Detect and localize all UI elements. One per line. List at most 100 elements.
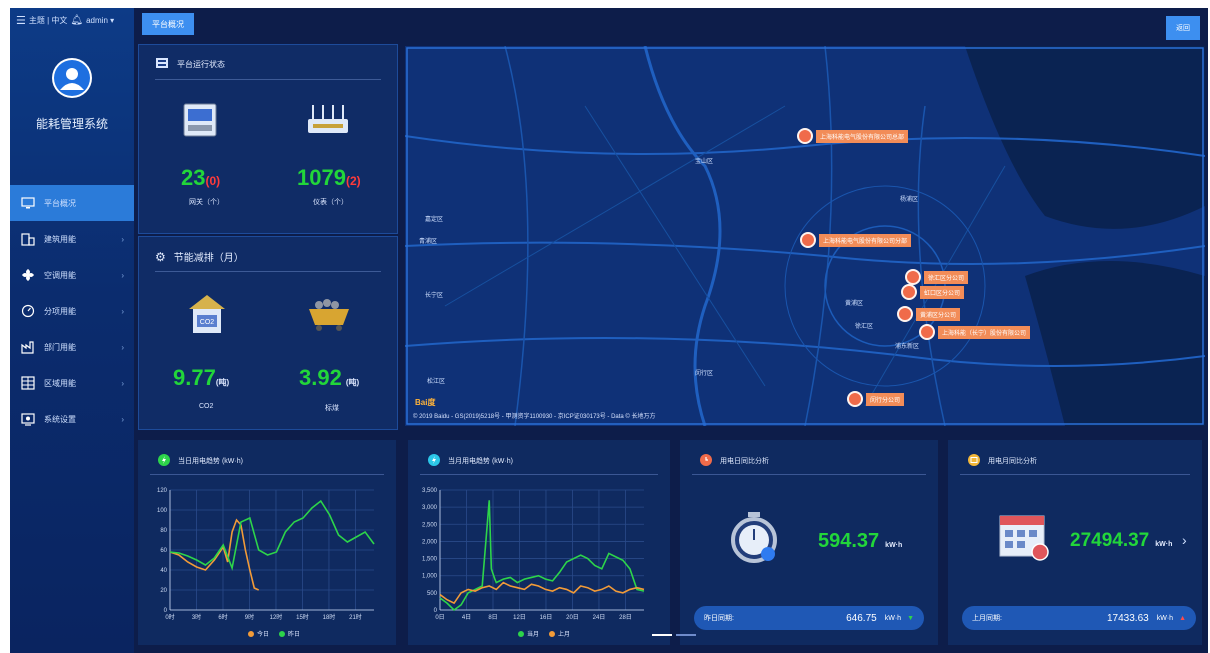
panel-title: 用电月同比分析 — [968, 454, 1037, 468]
chevron-right-icon: › — [121, 234, 124, 244]
location-pin-icon — [897, 306, 913, 322]
x-tick-label: 12日 — [513, 614, 526, 621]
sidebar-item-building[interactable]: 建筑用能 › — [10, 221, 134, 257]
x-tick-label: 21时 — [349, 613, 362, 621]
sidebar-item-department[interactable]: 部门用能 › — [10, 329, 134, 365]
sidebar-item-aircon[interactable]: 空调用能 › — [10, 257, 134, 293]
y-tick-label: 500 — [427, 591, 438, 597]
house-icon: CO2 — [187, 293, 227, 340]
x-tick-label: 18时 — [323, 613, 336, 621]
series-line-当月 — [439, 500, 645, 612]
map-pin[interactable]: 上海科能（长宁）股份有限公司 — [919, 324, 1031, 340]
arrow-down-icon: ▼ — [907, 614, 914, 622]
back-button[interactable]: 返回 — [1166, 16, 1200, 40]
coal-label: 标煤 — [325, 405, 339, 412]
x-tick-label: 0时 — [165, 613, 174, 621]
map-view[interactable]: 嘉定区 宝山区 杨浦区 青浦区 闵行区 松江区 浦东新区 黄浦区 长宁区 徐汇区… — [405, 46, 1205, 426]
district-label: 松江区 — [427, 379, 446, 385]
y-tick-label: 1,000 — [422, 574, 438, 580]
map-pin[interactable]: 黄浦区分公司 — [897, 306, 961, 322]
x-tick-label: 3时 — [192, 613, 201, 621]
chart-legend: 今日 昨日 — [248, 629, 300, 638]
sidebar-menu: 平台概况 建筑用能 › 空调用能 › 分项用能 › 部门用能 › 区域用能 › … — [10, 185, 134, 437]
legend-item[interactable]: 昨日 — [279, 629, 300, 638]
x-tick-label: 12时 — [270, 613, 283, 621]
factory-icon — [20, 339, 36, 355]
panel-title: 当日用电趋势 (kW·h) — [158, 454, 243, 468]
day-analysis-panel: 用电日同比分析 594.37 kW·h 昨日同期: 646.75 kW·h ▼ — [680, 440, 938, 645]
y-tick-label: 20 — [160, 588, 167, 594]
district-label: 闵行区 — [695, 371, 714, 377]
monitor-icon — [20, 195, 36, 211]
sidebar-item-label: 建筑用能 — [44, 234, 76, 244]
legend-item[interactable]: 上月 — [549, 629, 570, 638]
pagination-dot[interactable] — [652, 634, 672, 636]
user-info[interactable]: 主题 | 中文 — [29, 15, 68, 26]
location-pin-icon — [800, 232, 816, 248]
day-trend-panel: 当日用电趋势 (kW·h) 0 20 40 60 80 100 120 0时 3时 6时 9时 12时… — [138, 440, 396, 645]
tab-overview[interactable]: 平台概况 — [142, 13, 194, 35]
x-tick-label: 16日 — [540, 614, 553, 621]
baidu-logo: Bai度 — [415, 398, 436, 407]
district-label: 杨浦区 — [900, 197, 919, 203]
sidebar-item-label: 分项用能 — [44, 306, 76, 316]
next-arrow-icon[interactable]: › — [1182, 532, 1187, 548]
y-tick-label: 2,000 — [422, 539, 438, 545]
meter-label: 仪表（个） — [313, 199, 348, 206]
pagination-dots — [652, 634, 696, 636]
pagination-dot[interactable] — [676, 634, 696, 636]
map-pin[interactable]: 徐汇区分公司 — [905, 269, 969, 285]
energy-saving-panel: ⚙ 节能减排（月） CO2 9.77(吨) CO2 3.92 (吨) 标煤 — [138, 236, 398, 430]
chevron-right-icon: › — [121, 342, 124, 352]
gear-icon: ⚙ — [155, 249, 166, 264]
month-trend-panel: 当月用电趋势 (kW·h) 0 500 1,000 1,500 2,000 2,500 3,… — [408, 440, 670, 645]
legend-item[interactable]: 今日 — [248, 629, 269, 638]
map-pin[interactable]: 上海科能电气股份有限公司总部 — [797, 128, 909, 144]
panel-title: ⚙ 节能减排（月） — [155, 249, 381, 272]
x-tick-label: 15时 — [296, 613, 309, 621]
map-pin[interactable]: 上海科能电气股份有限公司分部 — [800, 232, 912, 248]
x-tick-label: 0日 — [435, 614, 444, 621]
district-label: 宝山区 — [695, 159, 714, 165]
legend-item[interactable]: 当月 — [518, 629, 539, 638]
calendar-dot-icon — [968, 454, 980, 468]
sidebar-item-overview[interactable]: 平台概况 — [10, 185, 134, 221]
co2-value: 9.77(吨) — [173, 365, 230, 390]
user-name[interactable]: admin ▾ — [86, 16, 114, 25]
menu-icon[interactable]: ☰ — [16, 14, 26, 27]
sidebar-item-settings[interactable]: 系统设置 › — [10, 401, 134, 437]
arrow-up-icon: ▲ — [1179, 614, 1186, 622]
sidebar: ☰ 主题 | 中文 🔔︎ admin ▾ 能耗管理系统 平台概况 建筑用能 › — [10, 8, 134, 653]
system-title: 能耗管理系统 — [35, 117, 108, 131]
sidebar-item-region[interactable]: 区域用能 › — [10, 365, 134, 401]
location-pin-icon — [919, 324, 935, 340]
stopwatch-icon — [728, 510, 780, 569]
district-label: 浦东新区 — [895, 344, 920, 350]
month-trend-chart: 0 500 1,000 1,500 2,000 2,500 3,000 3,500 0日 4日 8日… — [422, 488, 645, 621]
x-tick-label: 6时 — [218, 613, 227, 621]
fan-icon — [20, 267, 36, 283]
map-pin[interactable]: 闵行分公司 — [847, 391, 905, 407]
day-value: 594.37 kW·h — [818, 530, 903, 552]
district-label: 嘉定区 — [425, 217, 444, 223]
district-label: 长宁区 — [425, 293, 444, 299]
bell-icon[interactable]: 🔔︎ — [70, 15, 83, 26]
map-copyright: © 2019 Baidu - GS(2019)5218号 - 甲测资字11009… — [413, 414, 656, 420]
gauge-icon — [20, 303, 36, 319]
user-bar: ☰ 主题 | 中文 🔔︎ admin ▾ — [16, 14, 114, 27]
platform-status-panel: 平台运行状态 23(0) 网关（个） 1079(2) 仪表（个） — [138, 44, 398, 234]
x-tick-label: 28日 — [619, 614, 632, 621]
avatar[interactable] — [52, 58, 92, 98]
district-label: 徐汇区 — [855, 324, 874, 330]
x-tick-label: 9时 — [245, 613, 254, 621]
series-line-昨日 — [169, 499, 375, 571]
sidebar-item-subitem[interactable]: 分项用能 › — [10, 293, 134, 329]
y-tick-label: 0 — [164, 608, 168, 614]
chevron-right-icon: › — [121, 270, 124, 280]
location-pin-icon — [847, 391, 863, 407]
location-pin-icon — [901, 284, 917, 300]
gateway-icon — [183, 103, 217, 142]
map-pin[interactable]: 虹口区分公司 — [901, 284, 965, 300]
y-tick-label: 100 — [157, 508, 168, 514]
panel-title: 平台运行状态 — [155, 57, 381, 80]
